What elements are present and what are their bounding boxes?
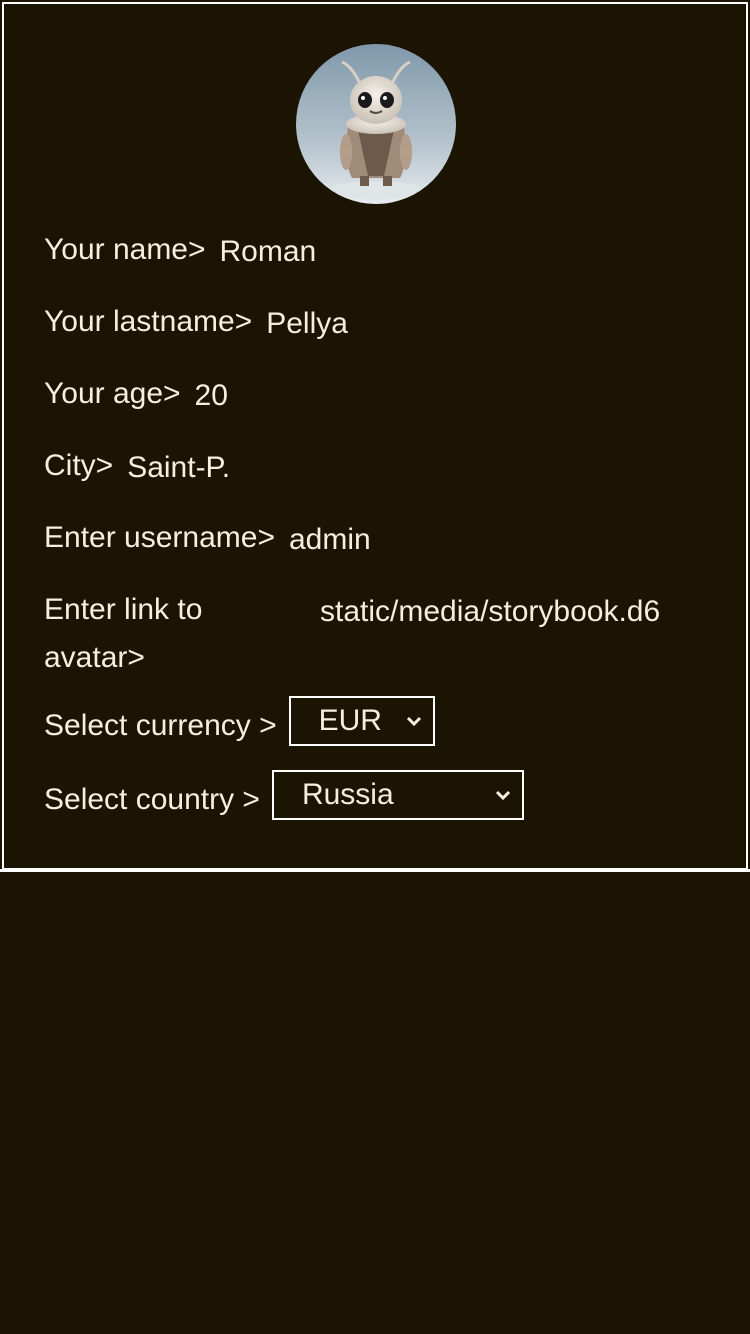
country-row: Select country > Russia	[44, 770, 524, 824]
divider	[0, 869, 750, 872]
city-row: City>	[44, 442, 548, 492]
country-label: Select country >	[44, 783, 260, 816]
avatar-link-label: Enter link to avatar>	[44, 593, 203, 674]
country-selected-value: Russia	[301, 778, 394, 811]
chevron-down-icon	[488, 780, 518, 810]
age-input[interactable]	[194, 372, 615, 420]
currency-label: Select currency >	[44, 709, 277, 742]
country-select[interactable]: Russia	[271, 770, 524, 820]
currency-row: Select currency > EUR	[44, 696, 435, 750]
avatar-link-row: Enter link to avatar>	[44, 586, 700, 682]
avatar	[296, 44, 456, 204]
currency-selected-value: EUR	[318, 704, 382, 737]
chevron-down-icon	[399, 706, 429, 736]
name-input[interactable]	[219, 228, 640, 276]
avatar-image	[296, 44, 456, 204]
lastname-label: Your lastname>	[44, 305, 253, 338]
name-label: Your name>	[44, 233, 206, 266]
avatar-link-input[interactable]	[320, 588, 700, 636]
currency-select[interactable]: EUR	[288, 696, 435, 746]
username-row: Enter username>	[44, 514, 689, 564]
city-label: City>	[44, 449, 114, 482]
lastname-input[interactable]	[266, 300, 667, 348]
username-label: Enter username>	[44, 521, 275, 554]
lastname-row: Your lastname>	[44, 298, 667, 348]
username-input[interactable]	[288, 516, 689, 564]
age-label: Your age>	[44, 377, 181, 410]
city-input[interactable]	[127, 444, 548, 492]
age-row: Your age>	[44, 370, 615, 420]
name-row: Your name>	[44, 226, 640, 276]
profile-card: Your name> Your lastname> Your age> City…	[2, 2, 748, 870]
